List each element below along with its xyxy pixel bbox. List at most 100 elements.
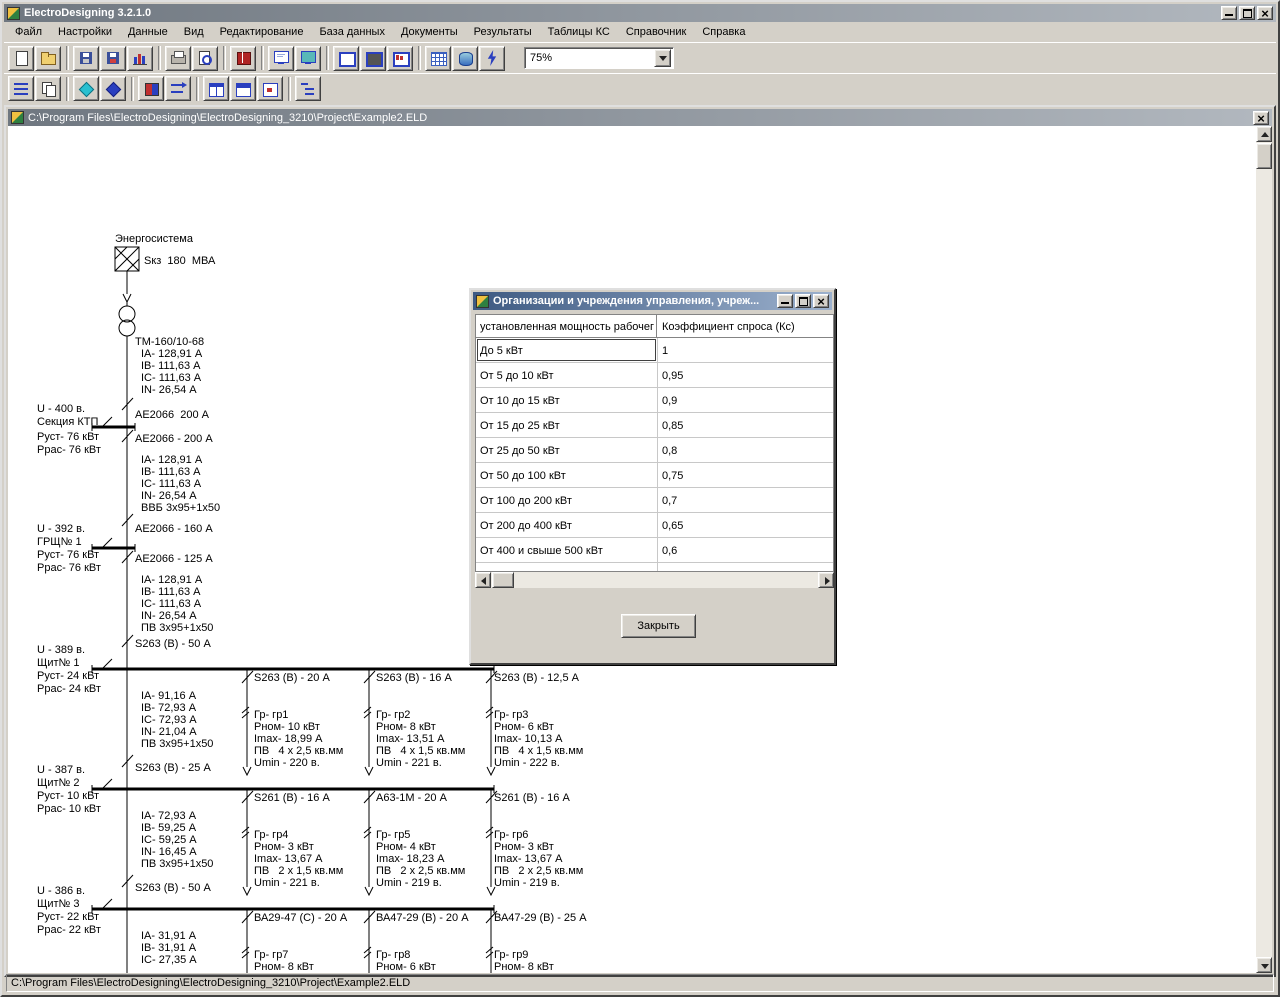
document-close-button[interactable] — [1253, 111, 1269, 125]
diagram-label: IВ- 72,93 А — [141, 703, 196, 714]
diagram-label: Руст- 22 кВт — [37, 912, 99, 923]
save-button[interactable] — [73, 46, 99, 71]
copy-pages-button[interactable] — [35, 76, 61, 101]
table-row[interactable]: От 200 до 400 кВт0,65 — [476, 513, 833, 538]
save-all-button[interactable] — [100, 46, 126, 71]
menu-item-view[interactable]: Вид — [176, 23, 212, 41]
diagram-label: IС- 111,63 А — [141, 479, 201, 490]
diagram-label: S261 (В) - 16 А — [494, 793, 570, 804]
marker-cyan-button[interactable] — [73, 76, 99, 101]
diagram-label: Umin - 219 в. — [494, 878, 560, 889]
column-header-demand-factor[interactable]: Коэффициент спроса (Кс) — [657, 315, 833, 337]
diagram-label: IА- 128,91 А — [141, 349, 202, 360]
print-button[interactable] — [165, 46, 191, 71]
cell-power-range: От 10 до 15 кВт — [476, 388, 657, 412]
table-header-button[interactable] — [230, 76, 256, 101]
scroll-up-button[interactable] — [1256, 126, 1272, 142]
diagram-label: Imax- 13,67 А — [254, 854, 322, 865]
database-button[interactable] — [452, 46, 478, 71]
menu-item-help[interactable]: Справка — [694, 23, 753, 41]
menu-item-reference[interactable]: Справочник — [618, 23, 695, 41]
zoom-value[interactable]: 75% — [525, 52, 654, 64]
diagram-label: ПВ 2 х 1,5 кв.мм — [254, 866, 343, 877]
dialog-table-header: установленная мощность рабочег Коэффицие… — [476, 315, 833, 338]
table-marked-button[interactable] — [257, 76, 283, 101]
table-row[interactable]: От 400 и свыше 500 кВт0,6 — [476, 538, 833, 563]
screen-form-button[interactable] — [268, 46, 294, 71]
dialog-close-button[interactable] — [813, 294, 829, 308]
dialog-maximize-button[interactable] — [795, 294, 811, 308]
menu-item-ks-tables[interactable]: Таблицы КС — [540, 23, 618, 41]
menu-item-documents[interactable]: Документы — [393, 23, 466, 41]
print-icon — [170, 50, 186, 66]
table-frame-button[interactable] — [333, 46, 359, 71]
table-row[interactable]: От 100 до 200 кВт0,7 — [476, 488, 833, 513]
table-columns-button[interactable] — [203, 76, 229, 101]
dialog-titlebar[interactable]: Организации и учреждения управления, учр… — [473, 292, 832, 310]
dialog-horizontal-scrollbar[interactable] — [475, 572, 834, 588]
diagram-label: Рном- 6 кВт — [494, 722, 554, 733]
minimize-button[interactable] — [1221, 6, 1237, 20]
marker-cyan-icon — [78, 81, 94, 97]
scroll-right-button[interactable] — [818, 572, 834, 588]
toolbar-2 — [4, 73, 1276, 103]
dialog-minimize-button[interactable] — [777, 294, 793, 308]
arrow-down-icon — [1261, 964, 1269, 969]
edit-data-button[interactable] — [138, 76, 164, 101]
document-vertical-scrollbar[interactable] — [1256, 126, 1272, 973]
open-project-button[interactable] — [35, 46, 61, 71]
scroll-left-button[interactable] — [475, 572, 491, 588]
menu-item-results[interactable]: Результаты — [466, 23, 540, 41]
menu-item-file[interactable]: Файл — [7, 23, 50, 41]
close-button[interactable] — [1257, 6, 1273, 20]
diagram-label: IВ- 111,63 А — [141, 467, 201, 478]
diagram-label: Гр- гр8 — [376, 950, 410, 961]
table-row[interactable]: До 5 кВт1 — [476, 338, 833, 363]
menu-item-data[interactable]: Данные — [120, 23, 176, 41]
tree-list-button[interactable] — [295, 76, 321, 101]
dialog-icon — [476, 295, 489, 308]
zoom-dropdown-button[interactable] — [654, 49, 671, 67]
menu-item-database[interactable]: База данных — [311, 23, 393, 41]
print-preview-button[interactable] — [192, 46, 218, 71]
menu-item-settings[interactable]: Настройки — [50, 23, 120, 41]
calculate-button[interactable] — [479, 46, 505, 71]
diagram-label: Imax- 18,99 А — [254, 734, 322, 745]
table-row[interactable]: От 25 до 50 кВт0,8 — [476, 438, 833, 463]
diagram-icon — [132, 50, 148, 66]
close-icon — [1258, 6, 1272, 21]
cell-demand-factor: 0,95 — [657, 363, 833, 387]
cell-demand-factor: 0,8 — [657, 438, 833, 462]
reference-book-button[interactable] — [230, 46, 256, 71]
diagram-button[interactable] — [127, 46, 153, 71]
new-document-button[interactable] — [8, 46, 34, 71]
panels-button[interactable] — [8, 76, 34, 101]
diagram-label: S261 (В) - 16 А — [254, 793, 330, 804]
maximize-button[interactable] — [1239, 6, 1255, 20]
table-row[interactable]: От 10 до 15 кВт0,9 — [476, 388, 833, 413]
table-row[interactable]: От 15 до 25 кВт0,85 — [476, 413, 833, 438]
table-row[interactable]: От 50 до 100 кВт0,75 — [476, 463, 833, 488]
table-filled-button[interactable] — [360, 46, 386, 71]
zoom-combobox[interactable]: 75% — [524, 47, 674, 69]
diagram-label: Гр- гр1 — [254, 710, 288, 721]
refresh-button[interactable] — [165, 76, 191, 101]
horizontal-scroll-thumb[interactable] — [492, 572, 514, 588]
document-icon — [11, 111, 24, 124]
diagram-label: ВА47-29 (В) - 20 А — [376, 913, 469, 924]
table-row[interactable]: От 5 до 10 кВт0,95 — [476, 363, 833, 388]
menu-item-editing[interactable]: Редактирование — [212, 23, 312, 41]
diagram-label: IА- 91,16 А — [141, 691, 196, 702]
app-titlebar[interactable]: ElectroDesigning 3.2.1.0 — [4, 4, 1276, 22]
close-dialog-button[interactable]: Закрыть — [621, 614, 696, 638]
vertical-scroll-thumb[interactable] — [1256, 143, 1272, 169]
column-header-power-range[interactable]: установленная мощность рабочег — [476, 315, 657, 337]
screen-report-button[interactable] — [295, 46, 321, 71]
marker-blue-button[interactable] — [100, 76, 126, 101]
scroll-down-button[interactable] — [1256, 957, 1272, 973]
cell-demand-factor: 0,7 — [657, 488, 833, 512]
document-titlebar[interactable]: C:\Program Files\ElectroDesigning\Electr… — [8, 109, 1272, 126]
panels-icon — [13, 81, 29, 97]
data-grid-button[interactable] — [425, 46, 451, 71]
table-report-button[interactable] — [387, 46, 413, 71]
